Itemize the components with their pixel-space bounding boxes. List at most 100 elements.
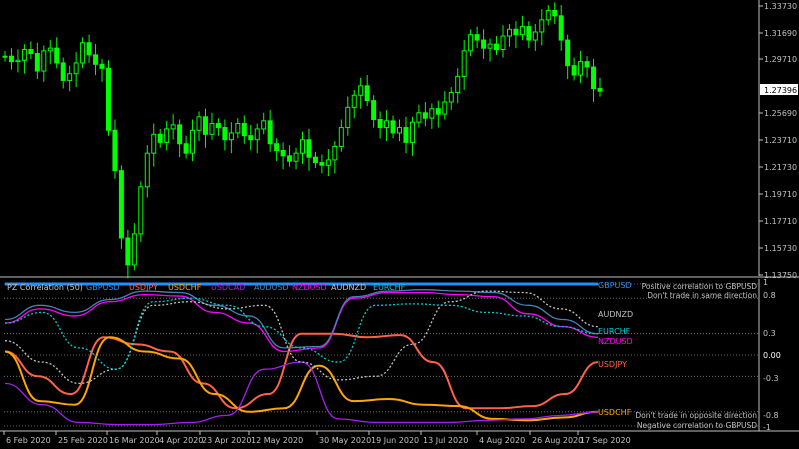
- time-axis-label: 19 Jun 2020: [371, 436, 419, 445]
- candle-body: [519, 26, 525, 36]
- candle-body: [280, 149, 286, 157]
- candle-body: [397, 127, 403, 134]
- legend-item-eurchf: EURCHF: [373, 283, 406, 292]
- candle-body: [506, 28, 512, 37]
- candle-body: [54, 47, 60, 64]
- candle-body: [481, 39, 487, 49]
- level-label-1: 1: [763, 278, 768, 287]
- candle-body: [571, 65, 577, 76]
- end-label-audnzd: AUDNZD: [598, 310, 633, 319]
- level-label-0: 0.00: [763, 351, 781, 360]
- candle-body: [222, 127, 228, 141]
- candle-body: [131, 233, 137, 266]
- candle-body: [384, 120, 390, 129]
- candle-body: [267, 120, 273, 145]
- candle-body: [254, 128, 260, 141]
- candle-body: [591, 66, 597, 90]
- candle-body: [125, 237, 131, 266]
- candle-body: [274, 143, 280, 151]
- negative-correlation-text: Negative correlation to GBPUSD: [637, 421, 757, 430]
- price-axis-label: 1.13750: [764, 271, 797, 280]
- candle-body: [164, 128, 170, 143]
- candle-body: [532, 31, 538, 41]
- candle-body: [448, 92, 454, 103]
- price-axis-label: 1.19710: [764, 190, 797, 199]
- time-axis-label: 25 Feb 2020: [58, 436, 108, 445]
- candle-body: [319, 162, 325, 166]
- candle-body: [170, 124, 176, 130]
- candle-body: [442, 101, 448, 115]
- end-label-gbpusd: GBPUSD: [598, 281, 632, 290]
- candle-body: [526, 26, 532, 41]
- indicator-title: PZ Correlation (50): [7, 283, 83, 292]
- end-label-usdjpy: USDJPY: [598, 360, 627, 369]
- candle-body: [390, 120, 396, 134]
- candle-body: [183, 143, 189, 154]
- candle-body: [202, 116, 208, 135]
- candle-body: [157, 133, 163, 143]
- legend-item-gbpusd: GBPUSD: [86, 283, 120, 292]
- price-axis-label: 1.23710: [764, 136, 797, 145]
- candle-body: [41, 50, 47, 72]
- time-axis-label: 26 Aug 2020: [532, 436, 583, 445]
- candle-body: [474, 34, 480, 41]
- candle-body: [80, 42, 86, 64]
- candle-body: [228, 132, 234, 141]
- legend-item-usdchf: USDCHF: [168, 283, 202, 292]
- legend-item-audnzd: AUDNZD: [331, 283, 366, 292]
- candle-body: [377, 118, 383, 129]
- time-axis-label: 30 May 2020: [319, 436, 371, 445]
- candle-body: [144, 152, 150, 188]
- current-price-label: 1.27396: [764, 86, 797, 95]
- candle-body: [487, 43, 493, 49]
- candle-body: [461, 50, 467, 77]
- level-label-0.3: 0.3: [763, 329, 776, 338]
- price-axis-label: 1.15730: [764, 244, 797, 253]
- candle-body: [47, 47, 53, 52]
- candle-body: [416, 112, 422, 123]
- candle-body: [455, 75, 461, 94]
- candle-body: [209, 123, 215, 135]
- candle-body: [558, 15, 564, 41]
- end-label-nzdusd: NZDUSD: [598, 337, 633, 346]
- candle-body: [565, 39, 571, 67]
- candle-body: [345, 106, 351, 129]
- candle-body: [138, 186, 144, 235]
- candle-body: [584, 61, 590, 68]
- time-axis-label: 6 Feb 2020: [6, 436, 51, 445]
- price-axis-label: 1.21730: [764, 163, 797, 172]
- time-axis-label: 17 Sep 2020: [580, 436, 631, 445]
- candle-body: [8, 55, 14, 63]
- candle-body: [2, 55, 8, 58]
- candle-body: [578, 61, 584, 76]
- candle-body: [300, 139, 305, 154]
- candle-body: [73, 62, 79, 75]
- candle-body: [552, 9, 558, 17]
- end-label-usdchf: USDCHF: [598, 408, 632, 417]
- price-axis-label: 1.33730: [764, 2, 797, 11]
- candle-body: [332, 145, 338, 161]
- candle-body: [34, 53, 40, 72]
- candle-body: [235, 123, 241, 134]
- indicator-area[interactable]: [4, 279, 759, 431]
- candle-body: [105, 67, 111, 131]
- candle-body: [403, 127, 409, 143]
- candle-body: [494, 43, 500, 50]
- legend-item-nzdusd: NZDUSD: [292, 283, 327, 292]
- candle-body: [86, 42, 92, 56]
- time-axis-label: 4 Apr 2020: [159, 436, 203, 445]
- price-axis: 1.33730 1.31690 1.29710 1.25690 1.23710 1.217…: [759, 2, 797, 280]
- candle-body: [15, 59, 21, 63]
- candle-body: [118, 170, 124, 239]
- time-axis-label: 4 Aug 2020: [479, 436, 525, 445]
- candle-body: [196, 116, 202, 131]
- time-axis-label: 23 Apr 2020: [202, 436, 251, 445]
- price-axis-label: 1.29710: [764, 55, 797, 64]
- candle-body: [435, 108, 441, 115]
- candle-body: [151, 133, 157, 154]
- candle-body: [248, 135, 254, 141]
- end-label-eurchf: EURCHF: [598, 327, 631, 336]
- candle-body: [545, 9, 551, 21]
- candle-body: [287, 155, 293, 162]
- candle-body: [422, 112, 428, 119]
